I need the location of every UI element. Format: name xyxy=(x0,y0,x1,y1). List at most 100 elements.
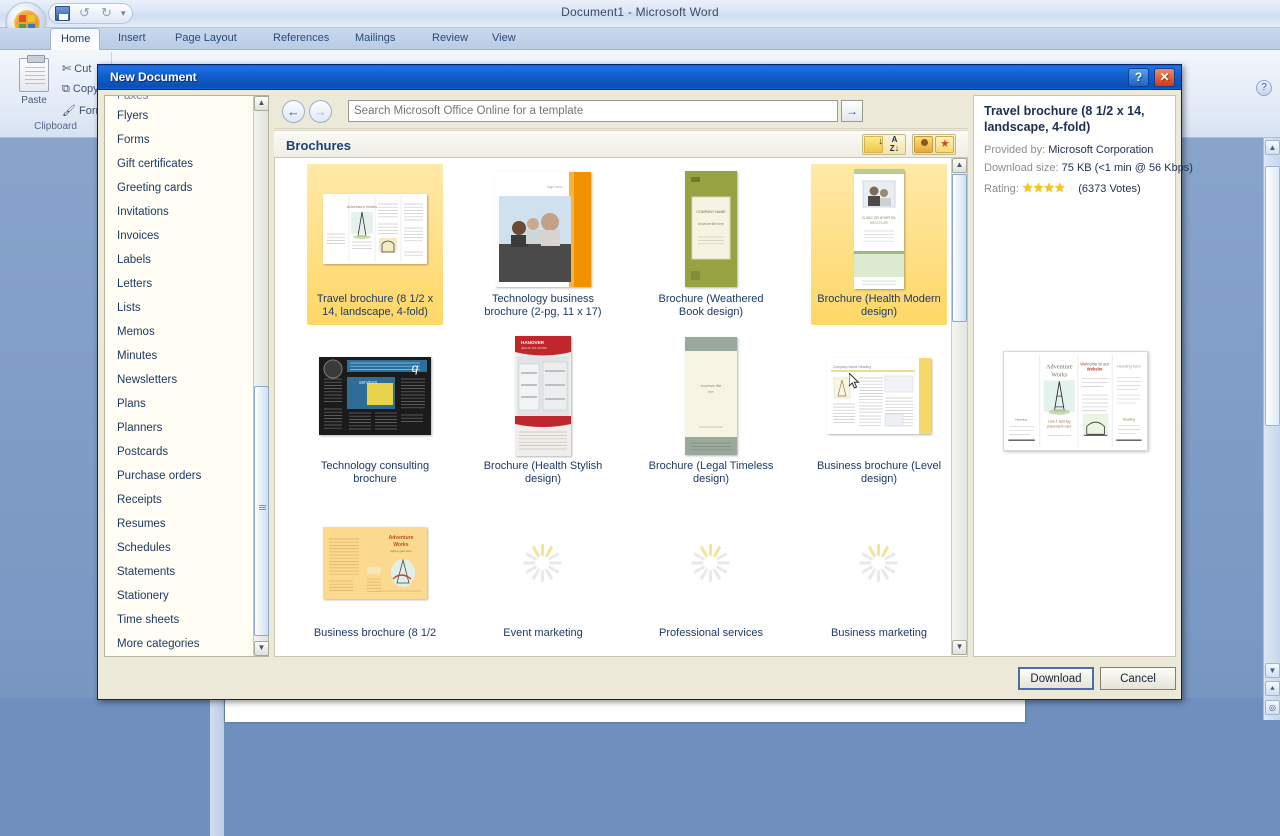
word-help-icon[interactable]: ? xyxy=(1256,80,1272,96)
template-thumbnail[interactable] xyxy=(645,502,777,624)
template-grid-scrollbar[interactable]: ▲ ▼ xyxy=(951,158,967,655)
template-item[interactable]: Event marketing xyxy=(475,498,611,646)
search-input[interactable] xyxy=(348,100,838,122)
category-item-schedules[interactable]: Schedules xyxy=(105,536,253,560)
download-button[interactable]: Download xyxy=(1018,667,1094,690)
template-item[interactable]: Business marketing xyxy=(811,498,947,646)
template-name-label: Brochure (Health Modern design) xyxy=(817,293,941,318)
tab-insert[interactable]: Insert xyxy=(108,28,156,50)
template-item[interactable]: COMPANY NAME brochure title here Brochure … xyxy=(643,164,779,325)
grid-scroll-down-icon[interactable]: ▼ xyxy=(952,640,967,655)
cut-button[interactable]: ✄ Cut xyxy=(62,62,91,75)
previous-page-icon[interactable]: ⯅ xyxy=(1265,681,1280,696)
rating-star-4[interactable]: ★ xyxy=(1054,180,1066,195)
category-item-more-categories[interactable]: More categories xyxy=(105,632,253,656)
template-grid-container[interactable]: Adventure Works Travel brochure (8 1/2 x … xyxy=(274,158,968,657)
category-list[interactable]: Faxes Flyers Forms Gift certificates Greetin… xyxy=(105,96,253,656)
template-thumbnail[interactable]: q services xyxy=(309,335,441,457)
select-browse-object-icon[interactable]: ◎ xyxy=(1265,700,1280,715)
category-item-greeting-cards[interactable]: Greeting cards xyxy=(105,176,253,200)
category-item-planners[interactable]: Planners xyxy=(105,416,253,440)
template-thumbnail[interactable]: Company Name Heading xyxy=(813,335,945,457)
template-thumbnail[interactable]: Adventure Works xyxy=(309,168,441,290)
rating-star-2[interactable]: ★ xyxy=(1033,180,1045,195)
rating-star-1[interactable]: ★ xyxy=(1022,180,1034,195)
tab-review[interactable]: Review xyxy=(422,28,478,50)
loading-spinner-icon xyxy=(691,544,730,582)
category-item-purchase-orders[interactable]: Purchase orders xyxy=(105,464,253,488)
category-item-plans[interactable]: Plans xyxy=(105,392,253,416)
dialog-title-bar[interactable]: New Document ? ✕ xyxy=(98,65,1181,90)
dialog-help-button[interactable]: ? xyxy=(1128,68,1149,87)
category-item-time-sheets[interactable]: Time sheets xyxy=(105,608,253,632)
category-scroll-down-icon[interactable]: ▼ xyxy=(254,641,269,656)
tab-home[interactable]: Home xyxy=(50,28,100,50)
grid-scroll-thumb[interactable] xyxy=(952,174,967,322)
forward-button[interactable]: → xyxy=(309,100,332,123)
category-item-faxes[interactable]: Faxes xyxy=(105,96,253,104)
new-document-dialog: New Document ? ✕ Faxes Flyers Forms Gift ce… xyxy=(97,64,1193,700)
category-scroll-thumb[interactable] xyxy=(254,386,269,636)
category-item-postcards[interactable]: Postcards xyxy=(105,440,253,464)
template-item[interactable]: Adventure Works Travel brochure (8 1/2 x … xyxy=(307,164,443,325)
template-thumbnail[interactable]: COMPANY NAME brochure title here xyxy=(645,168,777,290)
template-thumbnail[interactable]: logo here company xyxy=(477,168,609,290)
paste-button[interactable]: Paste xyxy=(12,55,56,106)
template-item[interactable]: q services Technology consulting brochure xyxy=(307,331,443,492)
template-item[interactable]: Company Name Heading Business brochure (L… xyxy=(811,331,947,492)
category-item-lists[interactable]: Lists xyxy=(105,296,253,320)
category-scroll-up-icon[interactable]: ▲ xyxy=(254,96,269,111)
template-item[interactable]: Adventure Works tagline goes here Business … xyxy=(307,498,443,646)
copy-button[interactable]: ⧉ Copy xyxy=(62,83,99,96)
template-item[interactable]: Professional services xyxy=(643,498,779,646)
preview-rating: Rating: ★★★★☆ (6373 Votes) xyxy=(984,180,1174,196)
rate-template-icon[interactable] xyxy=(935,136,954,153)
tab-mailings[interactable]: Mailings xyxy=(345,28,405,50)
category-item-labels[interactable]: Labels xyxy=(105,248,253,272)
template-item[interactable]: brochure title here Brochure (Legal Timele… xyxy=(643,331,779,492)
dialog-close-button[interactable]: ✕ xyxy=(1154,68,1175,87)
tab-page-layout[interactable]: Page Layout xyxy=(165,28,247,50)
template-thumbnail[interactable]: brochure title here xyxy=(645,335,777,457)
rating-stars[interactable]: ★★★★☆ xyxy=(1022,180,1077,196)
rating-star-3[interactable]: ★ xyxy=(1043,180,1055,195)
template-thumbnail[interactable]: CLINIC OR HOSPITAL BROCHURE xyxy=(813,168,945,290)
template-thumbnail[interactable] xyxy=(477,502,609,624)
sort-by-popularity-icon[interactable] xyxy=(864,136,883,153)
preview-artwork: Adventure Works Line 1 add tag placement… xyxy=(1003,351,1148,451)
category-item-invitations[interactable]: Invitations xyxy=(105,200,253,224)
grid-scroll-up-icon[interactable]: ▲ xyxy=(952,158,967,173)
template-item[interactable]: CLINIC OR HOSPITAL BROCHURE Brochure (Heal… xyxy=(811,164,947,325)
search-go-button[interactable]: → xyxy=(841,100,863,122)
category-item-minutes[interactable]: Minutes xyxy=(105,344,253,368)
category-item-flyers[interactable]: Flyers xyxy=(105,104,253,128)
tab-view[interactable]: View xyxy=(482,28,526,50)
user-templates-icon[interactable] xyxy=(914,136,933,153)
sort-alphabetical-icon[interactable]: A Z↓ xyxy=(885,136,904,153)
scroll-up-icon[interactable]: ▲ xyxy=(1265,140,1280,155)
category-item-statements[interactable]: Statements xyxy=(105,560,253,584)
category-item-gift-certificates[interactable]: Gift certificates xyxy=(105,152,253,176)
template-thumbnail[interactable] xyxy=(813,502,945,624)
back-button[interactable]: ← xyxy=(282,100,305,123)
category-item-newsletters[interactable]: Newsletters xyxy=(105,368,253,392)
category-item-invoices[interactable]: Invoices xyxy=(105,224,253,248)
cancel-button[interactable]: Cancel xyxy=(1100,667,1176,690)
template-item[interactable]: logo here company Technology business broc… xyxy=(475,164,611,325)
rating-star-5[interactable]: ☆ xyxy=(1065,180,1077,195)
template-thumbnail[interactable]: Adventure Works tagline goes here xyxy=(309,502,441,624)
tab-references[interactable]: References xyxy=(263,28,339,50)
category-item-letters[interactable]: Letters xyxy=(105,272,253,296)
scroll-down-icon[interactable]: ▼ xyxy=(1265,663,1280,678)
category-item-receipts[interactable]: Receipts xyxy=(105,488,253,512)
scroll-thumb[interactable] xyxy=(1265,166,1280,426)
category-item-resumes[interactable]: Resumes xyxy=(105,512,253,536)
category-item-label: Letters xyxy=(117,278,153,290)
category-item-memos[interactable]: Memos xyxy=(105,320,253,344)
template-thumbnail[interactable]: HANOVER HEALTH SOLUTIONS xyxy=(477,335,609,457)
document-vertical-scrollbar[interactable]: ▲ ▼ ⯅ ◎ xyxy=(1263,138,1280,720)
template-item[interactable]: HANOVER HEALTH SOLUTIONS Brochure (Health … xyxy=(475,331,611,492)
category-item-forms[interactable]: Forms xyxy=(105,128,253,152)
category-item-stationery[interactable]: Stationery xyxy=(105,584,253,608)
category-scrollbar[interactable]: ▲ ▼ xyxy=(253,96,269,656)
